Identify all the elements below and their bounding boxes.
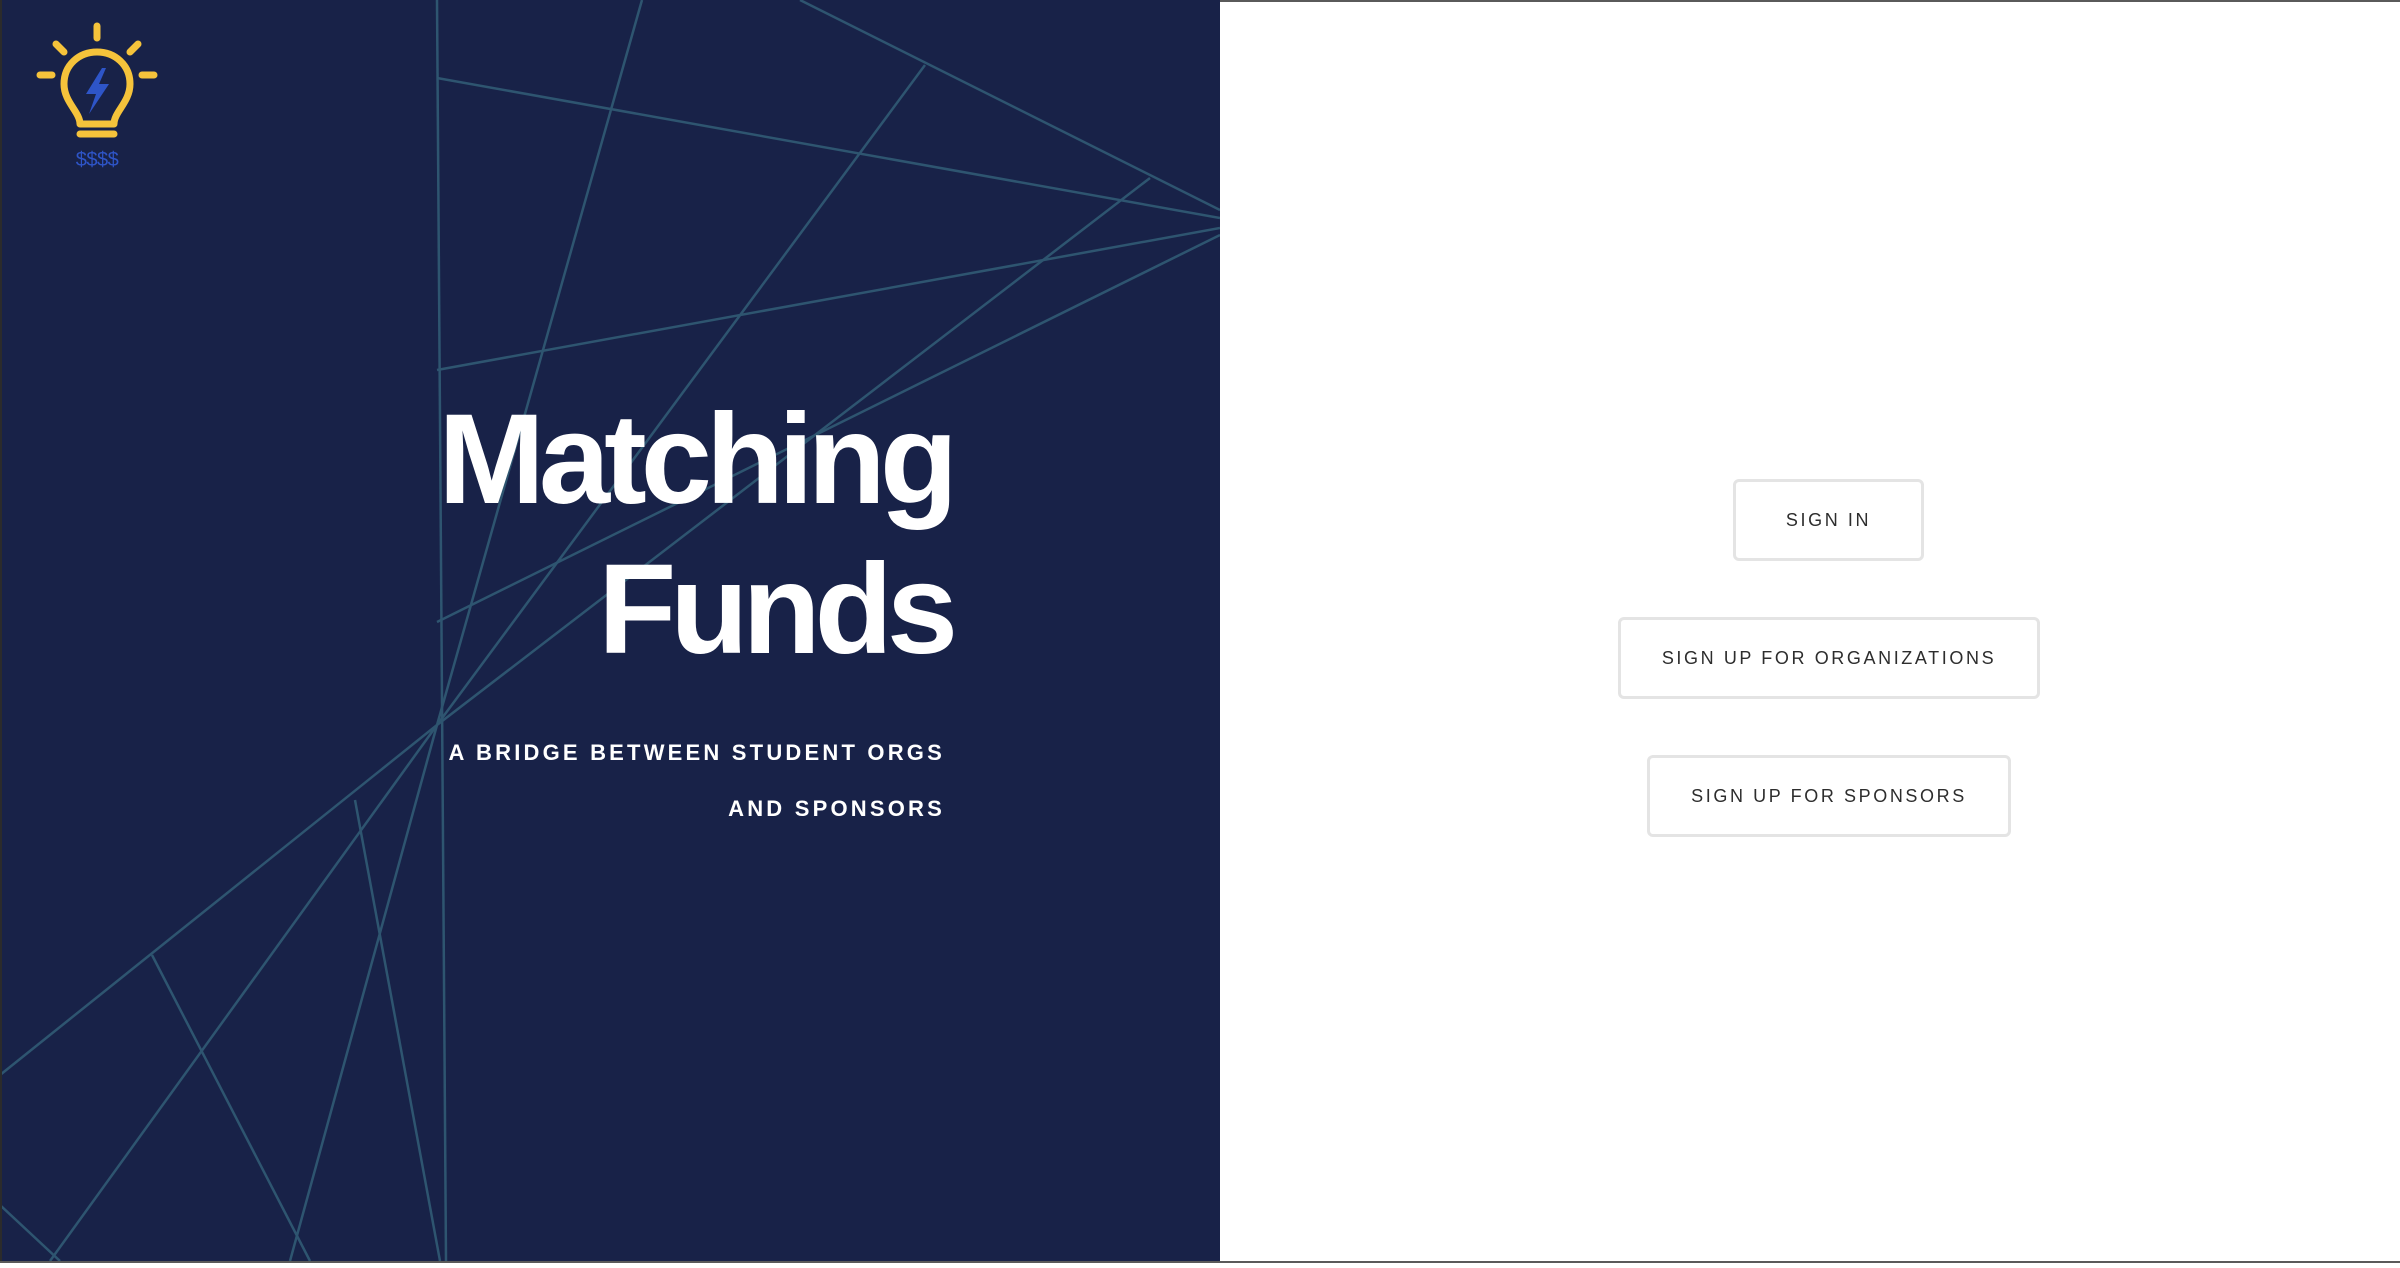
sign-in-button[interactable]: SIGN IN <box>1733 479 1924 561</box>
tagline-line-2: AND SPONSORS <box>728 796 945 821</box>
tagline-line-1: A BRIDGE BETWEEN STUDENT ORGS <box>448 740 945 765</box>
hero-panel: $$$$ Matching Funds A BRIDGE BETWEEN STU… <box>0 0 1220 1261</box>
logo-caption: $$$$ <box>76 149 119 171</box>
app-title-line-1: Matching <box>438 388 958 531</box>
sign-up-organizations-button[interactable]: SIGN UP FOR ORGANIZATIONS <box>1618 617 2040 699</box>
tagline: A BRIDGE BETWEEN STUDENT ORGS AND SPONSO… <box>300 725 945 837</box>
app-title: Matching Funds <box>300 385 958 685</box>
page: $$$$ Matching Funds A BRIDGE BETWEEN STU… <box>0 0 2400 1268</box>
sign-up-sponsors-button[interactable]: SIGN UP FOR SPONSORS <box>1647 755 2011 837</box>
top-border <box>1220 0 2400 2</box>
left-border <box>0 0 2 1263</box>
bottom-border <box>0 1261 2400 1263</box>
app-title-line-2: Funds <box>598 538 958 681</box>
lightbulb-bolt-icon: $$$$ <box>36 22 158 171</box>
